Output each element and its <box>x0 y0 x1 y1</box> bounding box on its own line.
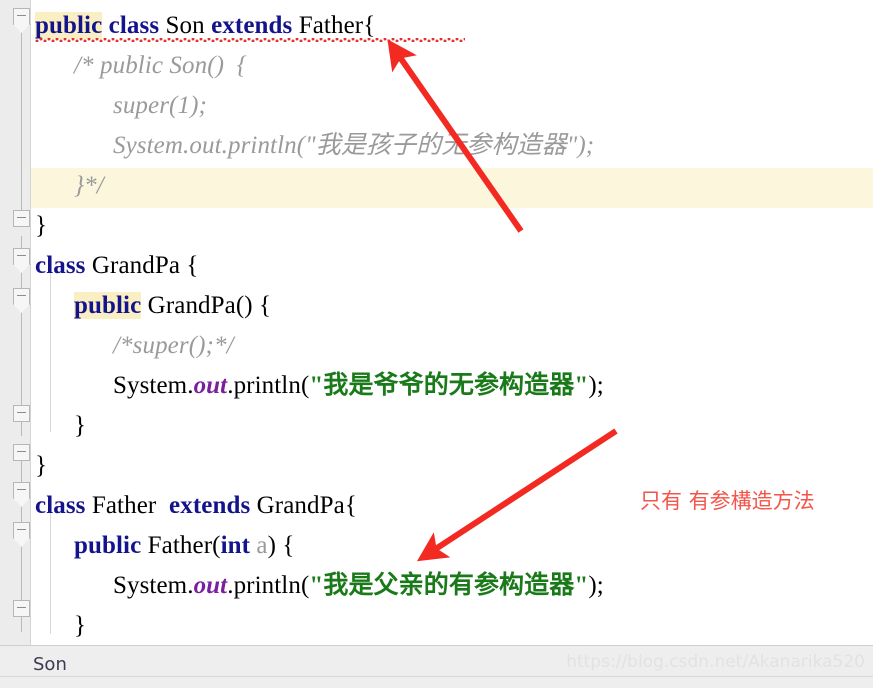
code-line[interactable]: } <box>74 406 86 446</box>
code-token: int <box>220 532 251 559</box>
code-token: }*/ <box>74 172 104 199</box>
code-token: public <box>35 12 103 39</box>
code-line[interactable]: System.out.println("我是孩子的无参构造器"); <box>113 126 594 166</box>
fold-rail <box>21 24 22 220</box>
code-line[interactable]: System.out.println("我是父亲的有参构造器"); <box>113 566 604 606</box>
code-token: System. <box>113 372 194 399</box>
code-token: } <box>74 412 87 439</box>
code-token: GrandPa{ <box>256 492 357 519</box>
code-token: /*super();*/ <box>113 332 234 359</box>
code-token: } <box>35 452 48 479</box>
indent-guide <box>50 272 51 432</box>
code-line[interactable]: } <box>35 446 47 486</box>
code-line[interactable]: public Father(int a) { <box>74 526 295 566</box>
code-token: extends <box>169 492 251 519</box>
breadcrumb[interactable]: Son <box>33 654 67 675</box>
code-line[interactable]: } <box>74 606 86 645</box>
code-line[interactable]: /* public Son() { <box>74 46 247 86</box>
code-line[interactable]: }*/ <box>74 166 104 206</box>
code-line[interactable]: System.out.println("我是爷爷的无参构造器"); <box>113 366 604 406</box>
code-token: /* public Son() { <box>74 52 247 79</box>
code-token: GrandPa { <box>91 252 199 279</box>
code-token: } <box>35 212 48 239</box>
fold-marker-class-grandpa[interactable] <box>13 248 30 265</box>
code-token: "我是爷爷的无参构造器" <box>309 372 589 399</box>
code-token: out <box>193 572 228 599</box>
code-token: .println( <box>227 372 310 399</box>
code-editor[interactable]: public class Son extends Father{ /* publi… <box>0 0 873 645</box>
fold-marker-grandpa-constructor[interactable] <box>13 288 30 305</box>
fold-marker-grandpa-constructor-end[interactable] <box>13 405 30 422</box>
fold-marker-grandpa-end[interactable] <box>13 444 30 461</box>
code-line[interactable]: } <box>35 206 47 246</box>
code-token: out <box>193 372 228 399</box>
code-token: System. <box>113 572 194 599</box>
code-line[interactable]: class Father extends GrandPa{ <box>35 486 357 526</box>
fold-marker-son-end[interactable] <box>13 210 30 227</box>
code-line[interactable]: super(1); <box>113 86 207 126</box>
code-token: class <box>35 492 86 519</box>
fold-marker-class-father[interactable] <box>13 482 30 499</box>
code-line[interactable]: class GrandPa { <box>35 246 199 286</box>
status-bar-divider <box>0 676 873 677</box>
watermark: https://blog.csdn.net/Akanarika520 <box>566 652 865 672</box>
code-token: a <box>256 532 268 559</box>
code-token: "我是父亲的有参构造器" <box>309 572 589 599</box>
editor-gutter[interactable] <box>0 0 31 645</box>
code-content[interactable]: public class Son extends Father{ /* publi… <box>31 0 873 645</box>
code-token: public <box>74 532 142 559</box>
code-token: extends <box>211 12 293 39</box>
fold-marker-father-constructor-end[interactable] <box>13 600 30 617</box>
code-token: class <box>35 252 86 279</box>
code-token: Father( <box>147 532 221 559</box>
fold-marker-father-constructor[interactable] <box>13 522 30 539</box>
code-token: class <box>108 12 160 39</box>
fold-marker-class-son[interactable] <box>13 8 30 25</box>
code-token: } <box>74 612 87 639</box>
code-token: .println( <box>227 572 310 599</box>
code-line[interactable]: public GrandPa() { <box>74 286 271 326</box>
code-token: ) { <box>267 532 295 559</box>
code-token: public <box>74 292 142 319</box>
code-token: ); <box>588 572 604 599</box>
error-squiggle <box>35 38 465 42</box>
code-token: System.out.println("我是孩子的无参构造器"); <box>113 132 595 159</box>
code-token: Father <box>91 492 157 519</box>
code-token: ); <box>588 372 604 399</box>
code-line[interactable]: /*super();*/ <box>113 326 234 366</box>
red-annotation-note: 只有 有参構造方法 <box>640 489 815 513</box>
code-token: super(1); <box>113 92 207 119</box>
code-token: GrandPa() { <box>147 292 272 319</box>
code-token: Son <box>165 12 205 39</box>
code-token: Father{ <box>298 12 376 39</box>
